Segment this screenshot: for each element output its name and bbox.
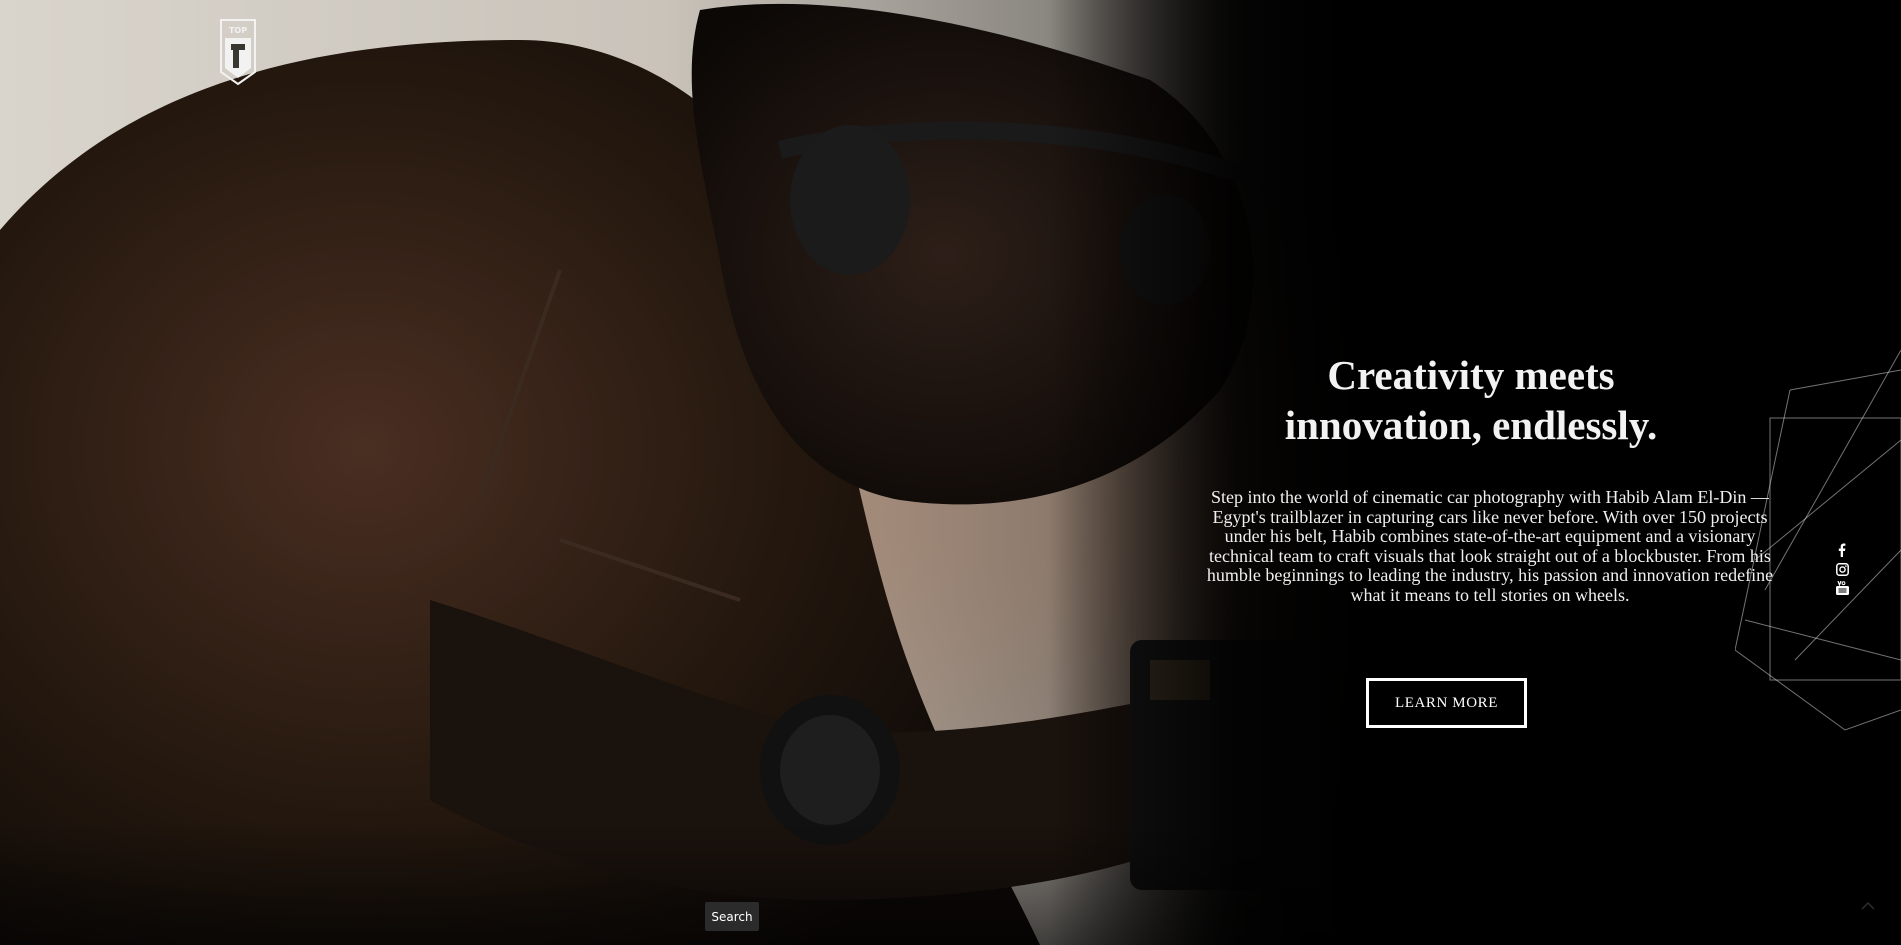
- hero-background-image: [0, 0, 1901, 945]
- learn-more-button[interactable]: LEARN MORE: [1366, 678, 1527, 728]
- hero-headline-line-1: Creativity meets: [1327, 352, 1615, 398]
- hero-bottom-shade: [0, 820, 1901, 945]
- logo-text: TOP: [229, 26, 247, 35]
- hero-description: Step into the world of cinematic car pho…: [1206, 487, 1774, 605]
- decorative-line-art: [1735, 350, 1901, 731]
- facebook-icon[interactable]: [1835, 543, 1849, 557]
- instagram-icon[interactable]: [1835, 562, 1849, 576]
- social-links: [1834, 543, 1850, 595]
- hero-headline: Creativity meets innovation, endlessly.: [1221, 350, 1721, 450]
- youtube-icon[interactable]: [1835, 581, 1849, 595]
- scroll-to-top-icon[interactable]: [1860, 900, 1876, 912]
- hero-headline-line-2: innovation, endlessly.: [1284, 402, 1658, 448]
- search-button[interactable]: Search: [705, 902, 759, 931]
- brand-logo-icon[interactable]: TOP: [219, 18, 257, 86]
